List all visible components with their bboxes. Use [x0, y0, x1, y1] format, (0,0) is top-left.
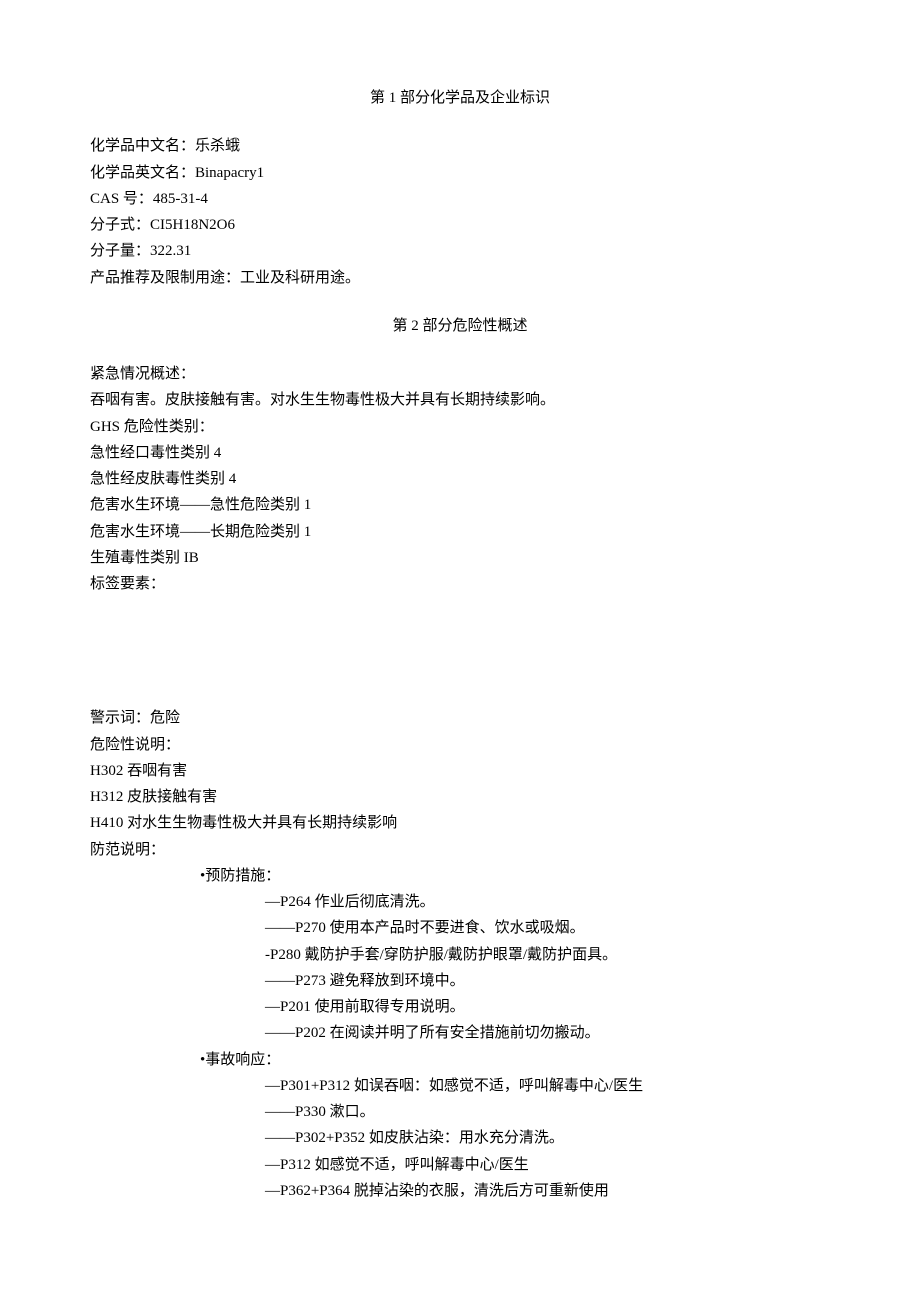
section-1-title: 第 1 部分化学品及企业标识	[90, 85, 830, 111]
chem-name-en: 化学品英文名：Binapacry1	[90, 160, 830, 186]
section-1-body: 化学品中文名：乐杀蛾 化学品英文名：Binapacry1 CAS 号：485-3…	[90, 133, 830, 291]
ghs-line-3: 危害水生环境——急性危险类别 1	[90, 492, 830, 518]
prevention-group: •预防措施： —P264 作业后彻底清洗。 ——P270 使用本产品时不要进食、…	[90, 863, 830, 1047]
hazard-h302: H302 吞咽有害	[90, 758, 830, 784]
hazard-h312: H312 皮肤接触有害	[90, 784, 830, 810]
prevention-item-3: -P280 戴防护手套/穿防护服/戴防护眼罩/戴防护面具。	[90, 942, 830, 968]
hazard-statements-label: 危险性说明：	[90, 732, 830, 758]
prevention-item-5: —P201 使用前取得专用说明。	[90, 994, 830, 1020]
ghs-category-label: GHS 危险性类别：	[90, 414, 830, 440]
molecular-formula: 分子式：CI5H18N2O6	[90, 212, 830, 238]
usage: 产品推荐及限制用途：工业及科研用途。	[90, 265, 830, 291]
label-elements: 标签要素：	[90, 571, 830, 597]
emergency-overview-text: 吞咽有害。皮肤接触有害。对水生生物毒性极大并具有长期持续影响。	[90, 387, 830, 413]
precautionary-label: 防范说明：	[90, 837, 830, 863]
ghs-line-2: 急性经皮肤毒性类别 4	[90, 466, 830, 492]
prevention-item-4: ——P273 避免释放到环境中。	[90, 968, 830, 994]
response-item-3: ——P302+P352 如皮肤沾染：用水充分清洗。	[90, 1125, 830, 1151]
ghs-line-1: 急性经口毒性类别 4	[90, 440, 830, 466]
hazard-h410: H410 对水生生物毒性极大并具有长期持续影响	[90, 810, 830, 836]
ghs-line-5: 生殖毒性类别 IB	[90, 545, 830, 571]
pictogram-gap	[90, 597, 830, 705]
section-2-title: 第 2 部分危险性概述	[90, 313, 830, 339]
response-item-5: —P362+P364 脱掉沾染的衣服，清洗后方可重新使用	[90, 1178, 830, 1204]
section-2-body-b: 警示词：危险 危险性说明： H302 吞咽有害 H312 皮肤接触有害 H410…	[90, 705, 830, 863]
emergency-overview-label: 紧急情况概述：	[90, 361, 830, 387]
molecular-weight: 分子量：322.31	[90, 238, 830, 264]
prevention-item-2: ——P270 使用本产品时不要进食、饮水或吸烟。	[90, 915, 830, 941]
prevention-item-1: —P264 作业后彻底清洗。	[90, 889, 830, 915]
response-item-1: —P301+P312 如误吞咽：如感觉不适，呼叫解毒中心/医生	[90, 1073, 830, 1099]
response-heading: •事故响应：	[90, 1047, 830, 1073]
prevention-item-6: ——P202 在阅读并明了所有安全措施前切勿搬动。	[90, 1020, 830, 1046]
response-item-4: —P312 如感觉不适，呼叫解毒中心/医生	[90, 1152, 830, 1178]
chem-name-cn: 化学品中文名：乐杀蛾	[90, 133, 830, 159]
response-group: •事故响应： —P301+P312 如误吞咽：如感觉不适，呼叫解毒中心/医生 —…	[90, 1047, 830, 1205]
section-2-body-a: 紧急情况概述： 吞咽有害。皮肤接触有害。对水生生物毒性极大并具有长期持续影响。 …	[90, 361, 830, 597]
signal-word: 警示词：危险	[90, 705, 830, 731]
ghs-line-4: 危害水生环境——长期危险类别 1	[90, 519, 830, 545]
prevention-heading: •预防措施：	[90, 863, 830, 889]
cas-number: CAS 号：485-31-4	[90, 186, 830, 212]
response-item-2: ——P330 漱口。	[90, 1099, 830, 1125]
